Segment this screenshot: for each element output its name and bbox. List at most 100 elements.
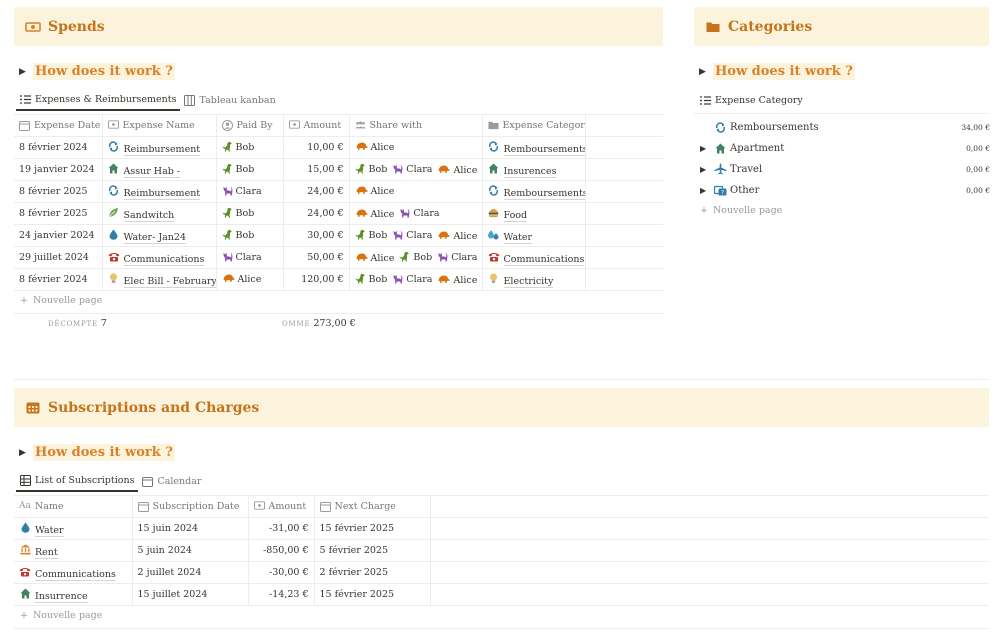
- categories-new-page-button[interactable]: + Nouvelle page: [700, 205, 782, 216]
- expense-category-cell[interactable]: Remboursements: [482, 180, 586, 203]
- expense-name-cell[interactable]: Assur Hab -: [102, 158, 217, 181]
- subscriptions-how-toggle[interactable]: ▶ How does it work ?: [19, 444, 175, 461]
- person-tag[interactable]: Bob: [222, 163, 254, 177]
- subscription-name-link[interactable]: Water: [35, 524, 64, 537]
- person-tag[interactable]: Clara: [392, 273, 432, 287]
- subscription-date-cell[interactable]: 15 juillet 2024: [132, 583, 249, 606]
- person-tag[interactable]: Alice: [437, 230, 477, 243]
- expense-date-cell[interactable]: 8 février 2025: [14, 202, 103, 225]
- next-charge-cell[interactable]: 15 février 2025: [314, 583, 431, 606]
- category-link[interactable]: Food: [503, 209, 528, 222]
- amount-cell[interactable]: 120,00 €: [283, 268, 350, 291]
- category-item[interactable]: ▶ Apartment 0,00 €: [700, 138, 995, 158]
- expense-category-cell[interactable]: Electricity: [482, 268, 586, 291]
- spends-how-toggle[interactable]: ▶ How does it work ?: [19, 63, 175, 80]
- expense-category-cell[interactable]: Communications: [482, 246, 586, 269]
- person-tag[interactable]: Clara: [222, 251, 262, 265]
- table-row[interactable]: 8 février 2024 Elec Bill - February24 Alic…: [14, 268, 663, 291]
- paid-by-cell[interactable]: Bob: [216, 136, 284, 159]
- share-with-cell[interactable]: Bob Clara Alice: [349, 268, 483, 291]
- expense-name-link[interactable]: Water- Jan24: [123, 231, 186, 244]
- person-tag[interactable]: Bob: [355, 229, 387, 243]
- tab-expense-category[interactable]: Expense Category: [696, 90, 807, 111]
- share-with-cell[interactable]: Alice Clara: [349, 202, 483, 225]
- share-with-cell[interactable]: Alice Bob Clara: [349, 246, 483, 269]
- category-item[interactable]: ▶? Other 0,00 €: [700, 180, 995, 200]
- person-tag[interactable]: Clara: [437, 251, 477, 265]
- person-tag[interactable]: Alice: [437, 164, 477, 177]
- expense-category-cell[interactable]: Insurences: [482, 158, 586, 181]
- table-row[interactable]: 24 janvier 2024 Water- Jan24 Bob 30,00 € Bob…: [14, 224, 663, 247]
- subscription-name-cell[interactable]: Rent: [14, 539, 133, 562]
- category-link[interactable]: Insurences: [503, 165, 557, 178]
- expense-date-cell[interactable]: 24 janvier 2024: [14, 224, 103, 247]
- table-row[interactable]: 29 juillet 2024 Communications Clara 50,00 …: [14, 246, 663, 269]
- expense-name-link[interactable]: Sandwitch: [123, 209, 175, 222]
- table-row[interactable]: Water 15 juin 2024 -31,00 €15 février 2025: [14, 517, 989, 540]
- share-with-cell[interactable]: Bob Clara Alice: [349, 224, 483, 247]
- expense-name-cell[interactable]: Communications: [102, 246, 217, 269]
- share-with-cell[interactable]: Bob Clara Alice: [349, 158, 483, 181]
- expense-name-link[interactable]: Reimbursement: [123, 187, 201, 200]
- next-charge-cell[interactable]: 15 février 2025: [314, 517, 431, 540]
- category-link[interactable]: Communications: [503, 253, 584, 266]
- expense-name-link[interactable]: Communications: [123, 253, 205, 266]
- col-expense-category[interactable]: Expense Category: [482, 114, 586, 137]
- subscription-name-cell[interactable]: Water: [14, 517, 133, 540]
- person-tag[interactable]: Clara: [222, 185, 262, 199]
- person-tag[interactable]: Alice: [355, 141, 394, 154]
- tab-expenses-reimbursements[interactable]: Expenses & Reimbursements: [16, 90, 181, 111]
- category-item[interactable]: ▶ Travel 0,00 €: [700, 159, 995, 179]
- person-tag[interactable]: Alice: [437, 274, 477, 287]
- table-row[interactable]: 8 février 2024 Reimbursement Bob 10,00 € Ali…: [14, 136, 663, 159]
- next-charge-cell[interactable]: 2 février 2025: [314, 561, 431, 584]
- expand-triangle-icon[interactable]: ▶: [700, 144, 712, 153]
- expense-name-cell[interactable]: Elec Bill - February24: [102, 268, 217, 291]
- tab-tableau-kanban[interactable]: Tableau kanban: [180, 90, 279, 111]
- expense-category-cell[interactable]: Remboursements: [482, 136, 586, 159]
- expense-name-link[interactable]: Reimbursement: [123, 143, 201, 156]
- subscription-name-cell[interactable]: Communications: [14, 561, 133, 584]
- subscription-name-link[interactable]: Insurrence: [35, 590, 88, 603]
- paid-by-cell[interactable]: Bob: [216, 224, 284, 247]
- table-row[interactable]: 8 février 2025 Reimbursement Clara 24,00 € A…: [14, 180, 663, 203]
- amount-cell[interactable]: -31,00 €: [248, 517, 315, 540]
- subscriptions-new-page-button[interactable]: + Nouvelle page: [20, 610, 102, 621]
- expense-date-cell[interactable]: 8 février 2024: [14, 268, 103, 291]
- table-row[interactable]: Insurrence 15 juillet 2024 -14,23 €15 févr…: [14, 583, 989, 606]
- paid-by-cell[interactable]: Bob: [216, 158, 284, 181]
- person-tag[interactable]: Clara: [392, 163, 432, 177]
- amount-cell[interactable]: 15,00 €: [283, 158, 350, 181]
- col-subscription-date[interactable]: Subscription Date: [132, 495, 249, 518]
- col-paid-by[interactable]: Paid By: [216, 114, 284, 137]
- amount-cell[interactable]: 24,00 €: [283, 180, 350, 203]
- category-link[interactable]: Remboursements: [503, 187, 584, 200]
- category-item[interactable]: Remboursements 34,00 €: [700, 117, 995, 137]
- paid-by-cell[interactable]: Bob: [216, 202, 284, 225]
- table-row[interactable]: 19 janvier 2024 Assur Hab - Bob 15,00 € Bob C…: [14, 158, 663, 181]
- share-with-cell[interactable]: Alice: [349, 180, 483, 203]
- expense-name-cell[interactable]: Water- Jan24: [102, 224, 217, 247]
- next-charge-cell[interactable]: 5 février 2025: [314, 539, 431, 562]
- expense-date-cell[interactable]: 8 février 2024: [14, 136, 103, 159]
- col-amount[interactable]: Amount: [283, 114, 350, 137]
- person-tag[interactable]: Alice: [222, 273, 261, 286]
- expense-name-cell[interactable]: Reimbursement: [102, 136, 217, 159]
- person-tag[interactable]: Bob: [222, 229, 254, 243]
- expense-name-link[interactable]: Elec Bill - February24: [123, 275, 215, 288]
- col-expense-date[interactable]: Expense Date: [14, 114, 103, 137]
- paid-by-cell[interactable]: Alice: [216, 268, 284, 291]
- categories-how-toggle[interactable]: ▶ How does it work ?: [699, 63, 855, 80]
- person-tag[interactable]: Clara: [399, 207, 440, 221]
- amount-cell[interactable]: 30,00 €: [283, 224, 350, 247]
- expense-date-cell[interactable]: 8 février 2025: [14, 180, 103, 203]
- amount-cell[interactable]: 50,00 €: [283, 246, 350, 269]
- amount-cell[interactable]: -14,23 €: [248, 583, 315, 606]
- tab-calendar[interactable]: Calendar: [138, 471, 205, 492]
- expense-name-cell[interactable]: Reimbursement: [102, 180, 217, 203]
- share-with-cell[interactable]: Alice: [349, 136, 483, 159]
- expense-name-cell[interactable]: Sandwitch: [102, 202, 217, 225]
- person-tag[interactable]: Bob: [355, 163, 387, 177]
- expense-category-cell[interactable]: Water: [482, 224, 586, 247]
- amount-cell[interactable]: 10,00 €: [283, 136, 350, 159]
